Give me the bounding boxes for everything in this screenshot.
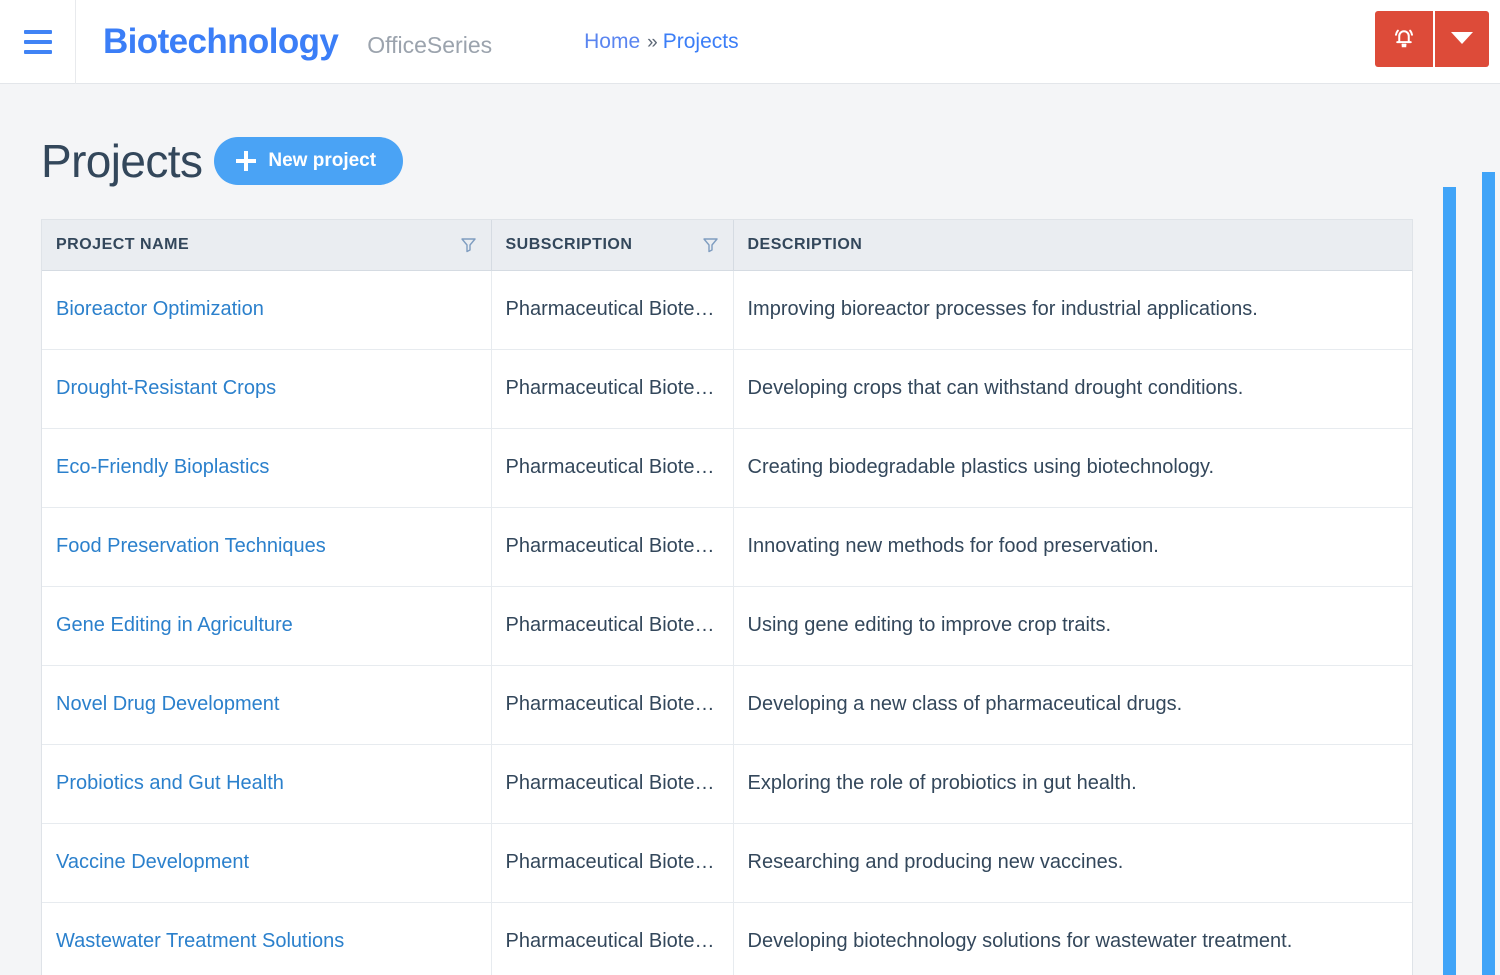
cell-description: Exploring the role of probiotics in gut …: [733, 744, 1412, 824]
filter-funnel-icon-subscription[interactable]: [702, 236, 719, 253]
table-body: Bioreactor Optimization Pharmaceutical Bi…: [42, 270, 1412, 975]
topbar-actions: [1375, 11, 1489, 67]
cell-subscription: Pharmaceutical Biote…: [491, 586, 734, 666]
cell-description: Using gene editing to improve crop trait…: [733, 586, 1412, 666]
project-name-link[interactable]: Vaccine Development: [56, 851, 249, 873]
cell-project-name: Gene Editing in Agriculture: [42, 586, 492, 666]
hamburger-bar-1: [23, 29, 52, 34]
table-header-row: PROJECT NAME SUBSCRIPTION DESCRIPTION: [42, 220, 1412, 271]
brand-suffix: OfficeSeries: [367, 32, 493, 58]
project-name-link[interactable]: Probiotics and Gut Health: [56, 772, 284, 794]
caret-down-icon: [1451, 31, 1473, 48]
cell-subscription: Pharmaceutical Biote…: [491, 823, 734, 903]
project-name-link[interactable]: Novel Drug Development: [56, 693, 279, 715]
cell-description: Creating biodegradable plastics using bi…: [733, 428, 1412, 508]
cell-subscription: Pharmaceutical Biote…: [491, 902, 734, 975]
breadcrumb-separator: »: [647, 32, 658, 53]
cell-subscription: Pharmaceutical Biote…: [491, 744, 734, 824]
breadcrumb-link-projects[interactable]: Projects: [663, 31, 739, 52]
cell-project-name: Vaccine Development: [42, 823, 492, 903]
cell-subscription: Pharmaceutical Biote…: [491, 665, 734, 745]
breadcrumb-link-home[interactable]: Home: [584, 31, 640, 52]
new-project-button[interactable]: New project: [214, 137, 404, 185]
column-header-project-name[interactable]: PROJECT NAME: [42, 220, 492, 271]
cell-project-name: Wastewater Treatment Solutions: [42, 902, 492, 975]
cell-description: Developing biotechnology solutions for w…: [733, 902, 1412, 975]
column-header-label: SUBSCRIPTION: [505, 235, 633, 253]
cell-project-name: Food Preservation Techniques: [42, 507, 492, 587]
cell-subscription: Pharmaceutical Biote…: [491, 507, 734, 587]
page-header: Projects New project: [0, 84, 1500, 185]
table-row[interactable]: Vaccine Development Pharmaceutical Biote……: [42, 823, 1412, 903]
brand: Biotechnology OfficeSeries: [76, 24, 492, 59]
cell-subscription: Pharmaceutical Biote…: [491, 349, 734, 429]
column-header-label: DESCRIPTION: [747, 235, 863, 253]
new-project-button-label: New project: [268, 150, 377, 171]
column-header-subscription[interactable]: SUBSCRIPTION: [491, 220, 734, 271]
breadcrumb: Home » Projects: [584, 31, 738, 52]
cell-project-name: Probiotics and Gut Health: [42, 744, 492, 824]
projects-table-container: PROJECT NAME SUBSCRIPTION DESCRIPTION Bi…: [41, 219, 1413, 975]
project-name-link[interactable]: Drought-Resistant Crops: [56, 377, 276, 399]
inner-scrollbar-thumb[interactable]: [1443, 187, 1456, 975]
table-row[interactable]: Wastewater Treatment Solutions Pharmaceut…: [42, 902, 1412, 975]
table-row[interactable]: Food Preservation Techniques Pharmaceutic…: [42, 507, 1412, 587]
table-row[interactable]: Gene Editing in Agriculture Pharmaceutica…: [42, 586, 1412, 666]
hamburger-menu-icon[interactable]: [0, 0, 76, 84]
cell-description: Developing crops that can withstand drou…: [733, 349, 1412, 429]
project-name-link[interactable]: Gene Editing in Agriculture: [56, 614, 293, 636]
table-row[interactable]: Eco-Friendly Bioplastics Pharmaceutical B…: [42, 428, 1412, 508]
project-name-link[interactable]: Eco-Friendly Bioplastics: [56, 456, 269, 478]
top-navigation-bar: Biotechnology OfficeSeries Home » Projec…: [0, 0, 1500, 84]
outer-scrollbar-thumb[interactable]: [1482, 172, 1495, 975]
cell-description: Researching and producing new vaccines.: [733, 823, 1412, 903]
brand-title[interactable]: Biotechnology: [103, 24, 339, 59]
hamburger-bar-2: [23, 39, 52, 44]
hamburger-bar-3: [23, 49, 52, 54]
notifications-button[interactable]: [1375, 11, 1433, 67]
cell-subscription: Pharmaceutical Biote…: [491, 428, 734, 508]
column-header-label: PROJECT NAME: [56, 235, 190, 253]
table-row[interactable]: Novel Drug Development Pharmaceutical Bio…: [42, 665, 1412, 745]
cell-description: Developing a new class of pharmaceutical…: [733, 665, 1412, 745]
table-row[interactable]: Bioreactor Optimization Pharmaceutical Bi…: [42, 270, 1412, 350]
column-header-description[interactable]: DESCRIPTION: [733, 220, 1412, 271]
plus-icon: [236, 151, 257, 171]
cell-project-name: Novel Drug Development: [42, 665, 492, 745]
page-title: Projects: [41, 135, 203, 187]
cell-description: Improving bioreactor processes for indus…: [733, 270, 1412, 350]
table-row[interactable]: Drought-Resistant Crops Pharmaceutical Bi…: [42, 349, 1412, 429]
filter-funnel-icon-project-name[interactable]: [460, 236, 477, 253]
cell-project-name: Drought-Resistant Crops: [42, 349, 492, 429]
cell-subscription: Pharmaceutical Biote…: [491, 270, 734, 350]
cell-project-name: Eco-Friendly Bioplastics: [42, 428, 492, 508]
project-name-link[interactable]: Wastewater Treatment Solutions: [56, 930, 344, 952]
table-header: PROJECT NAME SUBSCRIPTION DESCRIPTION: [42, 220, 1412, 271]
cell-description: Innovating new methods for food preserva…: [733, 507, 1412, 587]
table-row[interactable]: Probiotics and Gut Health Pharmaceutical …: [42, 744, 1412, 824]
projects-table: PROJECT NAME SUBSCRIPTION DESCRIPTION Bi…: [42, 220, 1412, 975]
project-name-link[interactable]: Food Preservation Techniques: [56, 535, 326, 557]
project-name-link[interactable]: Bioreactor Optimization: [56, 298, 264, 320]
page-content: Projects New project PROJECT NAME SUBSCR…: [0, 84, 1500, 975]
notifications-dropdown-button[interactable]: [1433, 11, 1489, 67]
outer-vertical-scrollbar[interactable]: [1482, 168, 1495, 975]
cell-project-name: Bioreactor Optimization: [42, 270, 492, 350]
inner-vertical-scrollbar[interactable]: [1443, 168, 1456, 975]
bell-icon: [1389, 23, 1419, 56]
